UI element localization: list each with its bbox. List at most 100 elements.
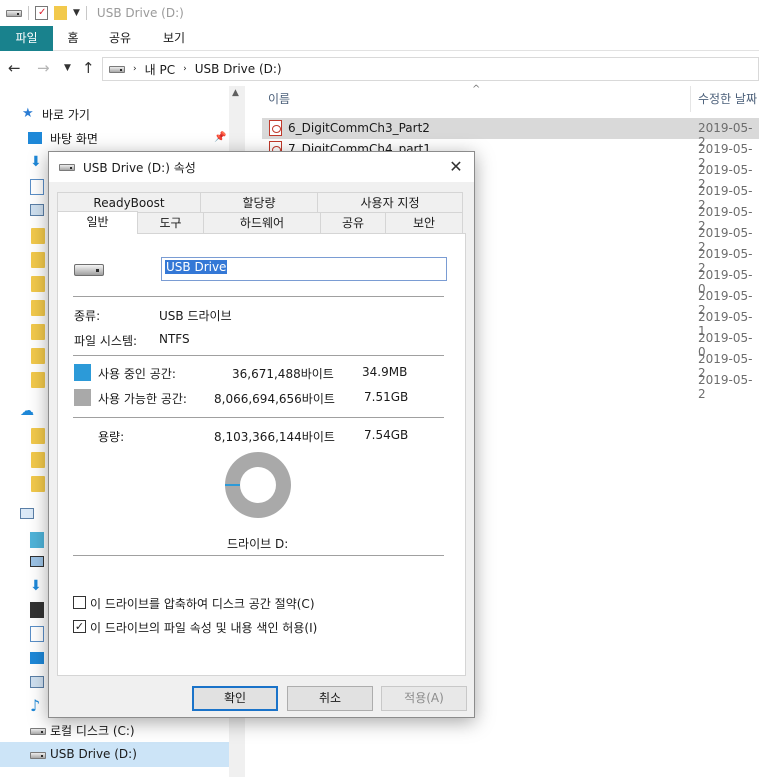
desktop-icon: [30, 556, 44, 567]
free-space-swatch: [74, 389, 91, 406]
tab-security[interactable]: 보안: [385, 212, 463, 233]
usb-drive-icon: [74, 264, 104, 276]
local-disk-icon: [30, 728, 46, 735]
address-row: ← → ▼ ↑ › 내 PC › USB Drive (D:): [0, 53, 759, 84]
drive-letter-label: 드라이브 D:: [227, 537, 289, 551]
drive-icon: [6, 9, 22, 17]
scroll-up-icon[interactable]: ▲: [232, 88, 239, 98]
cloud-icon: ☁: [20, 403, 34, 419]
drive-name-input[interactable]: USB Drive: [161, 257, 447, 281]
cancel-button[interactable]: 취소: [287, 686, 373, 711]
file-row[interactable]: 6_DigitCommCh3_Part2 2019-05-2: [262, 118, 759, 149]
close-icon[interactable]: ✕: [444, 156, 468, 178]
filesystem-label: 파일 시스템:: [74, 334, 138, 348]
type-value: USB 드라이브: [159, 309, 232, 323]
music-icon: ♪: [30, 696, 41, 715]
tab-general[interactable]: 일반: [57, 211, 138, 234]
address-bar[interactable]: › 내 PC › USB Drive (D:): [102, 57, 759, 81]
used-space-label: 사용 중인 공간:: [98, 367, 176, 381]
folder-icon: [31, 300, 45, 316]
free-space-bytes: 8,066,694,656바이트: [214, 392, 335, 406]
divider: [73, 555, 444, 556]
type-label: 종류:: [74, 309, 101, 323]
used-space-size: 34.9MB: [362, 365, 408, 379]
window-title: USB Drive (D:): [96, 6, 184, 20]
capacity-size: 7.54GB: [364, 428, 409, 442]
folder-icon: [31, 324, 45, 340]
chevron-down-icon[interactable]: ▼: [73, 8, 80, 18]
star-icon: ★: [22, 106, 34, 121]
nav-label: USB Drive (D:): [50, 747, 137, 761]
breadcrumb-separator-icon: ›: [133, 64, 137, 74]
up-arrow-icon[interactable]: ↑: [82, 59, 95, 77]
folder-icon: [31, 372, 45, 388]
nav-local-disk[interactable]: 로컬 디스크 (C:): [50, 719, 135, 741]
desktop-icon: [28, 132, 42, 144]
tab-quota[interactable]: 할당량: [200, 192, 318, 213]
nav-label: 바로 가기: [42, 107, 90, 122]
nav-label: 로컬 디스크 (C:): [50, 723, 135, 738]
index-label[interactable]: 이 드라이브의 파일 속성 및 내용 색인 허용(I): [90, 619, 317, 636]
properties-icon[interactable]: ✓: [35, 6, 48, 20]
dialog-title-bar[interactable]: USB Drive (D:) 속성: [49, 152, 474, 182]
column-separator[interactable]: [690, 86, 691, 112]
folder-icon: [31, 348, 45, 364]
folder-icon: [31, 476, 45, 492]
tab-tools[interactable]: 도구: [137, 212, 204, 233]
nav-quick-access[interactable]: 바로 가기: [42, 103, 90, 125]
column-header-name[interactable]: 이름: [268, 86, 290, 112]
tab-customize[interactable]: 사용자 지정: [317, 192, 463, 213]
pin-icon: 📌: [214, 132, 227, 143]
divider: [73, 355, 444, 356]
used-space-arc: [225, 484, 240, 486]
separator: [28, 6, 29, 20]
folder-icon: [31, 252, 45, 268]
folder-icon: [31, 276, 45, 292]
recent-chevron-icon[interactable]: ▼: [64, 63, 71, 73]
apply-button[interactable]: 적용(A): [381, 686, 467, 711]
drive-icon: [59, 163, 75, 171]
document-icon: [30, 626, 44, 642]
document-icon: [30, 179, 44, 195]
properties-dialog: USB Drive (D:) 속성 ✕ ReadyBoost 할당량 사용자 지…: [48, 151, 475, 718]
sort-up-icon: ^: [472, 84, 481, 95]
download-icon: ⬇: [30, 578, 42, 594]
nav-label: 바탕 화면: [50, 131, 98, 146]
breadcrumb-usb-drive[interactable]: USB Drive (D:): [195, 62, 282, 76]
back-arrow-icon[interactable]: ←: [8, 59, 21, 77]
pdf-icon: [269, 120, 282, 136]
desktop-icon: [30, 652, 44, 664]
tab-file[interactable]: 파일: [0, 26, 53, 51]
picture-icon: [30, 204, 44, 216]
folder-icon: [31, 228, 45, 244]
this-pc-icon: [20, 508, 34, 519]
index-checkbox[interactable]: ✓: [73, 620, 86, 633]
tab-readyboost[interactable]: ReadyBoost: [57, 192, 201, 213]
capacity-bytes: 8,103,366,144바이트: [214, 430, 335, 444]
tab-home[interactable]: 홈: [57, 26, 89, 51]
folder-icon[interactable]: [54, 6, 67, 20]
picture-icon: [30, 676, 44, 688]
tab-view[interactable]: 보기: [156, 26, 192, 51]
general-panel: USB Drive 종류: USB 드라이브 파일 시스템: NTFS 사용 중…: [57, 233, 466, 676]
forward-arrow-icon[interactable]: →: [37, 59, 50, 77]
separator: [85, 6, 87, 20]
dialog-title: USB Drive (D:) 속성: [83, 160, 196, 175]
compress-checkbox[interactable]: [73, 596, 86, 609]
breadcrumb-this-pc[interactable]: 내 PC: [145, 61, 175, 78]
folder-icon: [31, 428, 45, 444]
used-space-swatch: [74, 364, 91, 381]
nav-usb-drive[interactable]: USB Drive (D:): [50, 743, 137, 765]
file-date: 2019-05-2: [698, 373, 753, 401]
compress-label[interactable]: 이 드라이브를 압축하여 디스크 공간 절약(C): [90, 595, 315, 612]
file-name: 6_DigitCommCh3_Part2: [288, 121, 430, 135]
ok-button[interactable]: 확인: [192, 686, 278, 711]
tab-hardware[interactable]: 하드웨어: [203, 212, 321, 233]
nav-desktop[interactable]: 바탕 화면: [50, 127, 98, 149]
video-icon: [30, 602, 44, 618]
tab-share[interactable]: 공유: [102, 26, 138, 51]
usage-donut-chart: [225, 452, 291, 518]
column-header-date[interactable]: 수정한 날짜: [698, 86, 757, 112]
download-icon: ⬇: [30, 154, 42, 170]
tab-sharing[interactable]: 공유: [320, 212, 386, 233]
